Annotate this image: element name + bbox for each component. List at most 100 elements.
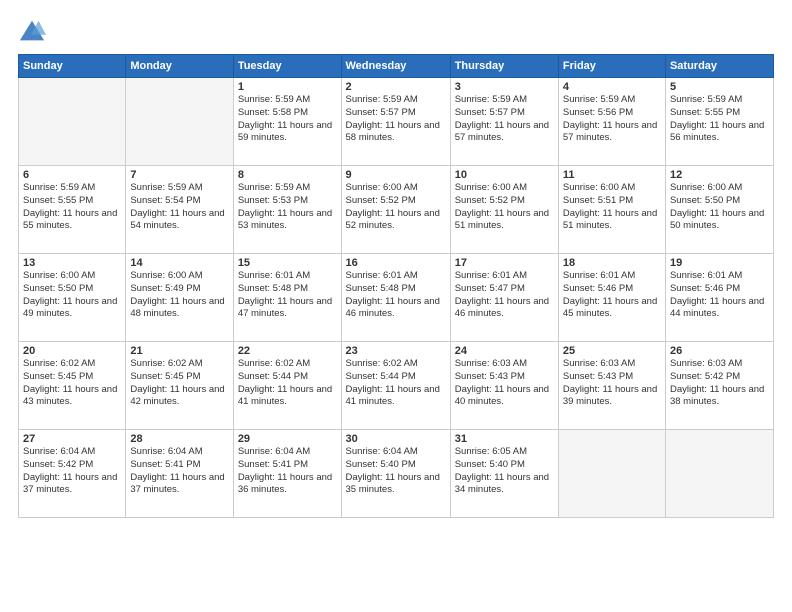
day-number: 7: [130, 169, 228, 181]
calendar-table: SundayMondayTuesdayWednesdayThursdayFrid…: [18, 54, 774, 518]
day-info: Sunrise: 6:01 AMSunset: 5:47 PMDaylight:…: [455, 270, 554, 321]
calendar-cell: 11Sunrise: 6:00 AMSunset: 5:51 PMDayligh…: [558, 166, 665, 254]
day-number: 11: [563, 169, 661, 181]
weekday-header-sunday: Sunday: [19, 55, 126, 78]
calendar-cell: 14Sunrise: 6:00 AMSunset: 5:49 PMDayligh…: [126, 254, 233, 342]
day-number: 6: [23, 169, 121, 181]
calendar-cell: 24Sunrise: 6:03 AMSunset: 5:43 PMDayligh…: [450, 342, 558, 430]
day-info: Sunrise: 6:00 AMSunset: 5:50 PMDaylight:…: [670, 182, 769, 233]
calendar-cell: 29Sunrise: 6:04 AMSunset: 5:41 PMDayligh…: [233, 430, 341, 518]
day-info: Sunrise: 6:03 AMSunset: 5:42 PMDaylight:…: [670, 358, 769, 409]
weekday-header-friday: Friday: [558, 55, 665, 78]
calendar-cell: 5Sunrise: 5:59 AMSunset: 5:55 PMDaylight…: [665, 78, 773, 166]
day-number: 14: [130, 257, 228, 269]
day-info: Sunrise: 6:00 AMSunset: 5:50 PMDaylight:…: [23, 270, 121, 321]
calendar-cell: [126, 78, 233, 166]
calendar-cell: 15Sunrise: 6:01 AMSunset: 5:48 PMDayligh…: [233, 254, 341, 342]
calendar-cell: [558, 430, 665, 518]
calendar-cell: 21Sunrise: 6:02 AMSunset: 5:45 PMDayligh…: [126, 342, 233, 430]
header: [18, 18, 774, 46]
day-number: 29: [238, 433, 337, 445]
week-row-3: 13Sunrise: 6:00 AMSunset: 5:50 PMDayligh…: [19, 254, 774, 342]
day-number: 22: [238, 345, 337, 357]
day-number: 5: [670, 81, 769, 93]
weekday-header-saturday: Saturday: [665, 55, 773, 78]
calendar-cell: 19Sunrise: 6:01 AMSunset: 5:46 PMDayligh…: [665, 254, 773, 342]
day-number: 10: [455, 169, 554, 181]
calendar-cell: 3Sunrise: 5:59 AMSunset: 5:57 PMDaylight…: [450, 78, 558, 166]
day-number: 13: [23, 257, 121, 269]
day-number: 20: [23, 345, 121, 357]
weekday-header-tuesday: Tuesday: [233, 55, 341, 78]
day-info: Sunrise: 6:03 AMSunset: 5:43 PMDaylight:…: [563, 358, 661, 409]
day-info: Sunrise: 6:00 AMSunset: 5:51 PMDaylight:…: [563, 182, 661, 233]
calendar-cell: 18Sunrise: 6:01 AMSunset: 5:46 PMDayligh…: [558, 254, 665, 342]
calendar-cell: [665, 430, 773, 518]
day-info: Sunrise: 5:59 AMSunset: 5:56 PMDaylight:…: [563, 94, 661, 145]
logo: [18, 18, 50, 46]
day-info: Sunrise: 5:59 AMSunset: 5:57 PMDaylight:…: [455, 94, 554, 145]
calendar-cell: 1Sunrise: 5:59 AMSunset: 5:58 PMDaylight…: [233, 78, 341, 166]
day-number: 27: [23, 433, 121, 445]
day-info: Sunrise: 6:04 AMSunset: 5:41 PMDaylight:…: [238, 446, 337, 497]
calendar-cell: 9Sunrise: 6:00 AMSunset: 5:52 PMDaylight…: [341, 166, 450, 254]
calendar-cell: 6Sunrise: 5:59 AMSunset: 5:55 PMDaylight…: [19, 166, 126, 254]
week-row-5: 27Sunrise: 6:04 AMSunset: 5:42 PMDayligh…: [19, 430, 774, 518]
calendar-cell: 22Sunrise: 6:02 AMSunset: 5:44 PMDayligh…: [233, 342, 341, 430]
day-number: 30: [346, 433, 446, 445]
day-number: 2: [346, 81, 446, 93]
day-info: Sunrise: 5:59 AMSunset: 5:53 PMDaylight:…: [238, 182, 337, 233]
weekday-header-thursday: Thursday: [450, 55, 558, 78]
day-number: 3: [455, 81, 554, 93]
day-info: Sunrise: 6:03 AMSunset: 5:43 PMDaylight:…: [455, 358, 554, 409]
day-number: 21: [130, 345, 228, 357]
calendar-cell: 30Sunrise: 6:04 AMSunset: 5:40 PMDayligh…: [341, 430, 450, 518]
calendar-cell: 12Sunrise: 6:00 AMSunset: 5:50 PMDayligh…: [665, 166, 773, 254]
page: SundayMondayTuesdayWednesdayThursdayFrid…: [0, 0, 792, 612]
weekday-header-wednesday: Wednesday: [341, 55, 450, 78]
day-number: 17: [455, 257, 554, 269]
day-info: Sunrise: 5:59 AMSunset: 5:54 PMDaylight:…: [130, 182, 228, 233]
day-info: Sunrise: 6:02 AMSunset: 5:45 PMDaylight:…: [23, 358, 121, 409]
calendar-cell: 20Sunrise: 6:02 AMSunset: 5:45 PMDayligh…: [19, 342, 126, 430]
day-number: 23: [346, 345, 446, 357]
day-info: Sunrise: 6:04 AMSunset: 5:41 PMDaylight:…: [130, 446, 228, 497]
day-number: 16: [346, 257, 446, 269]
calendar-cell: 27Sunrise: 6:04 AMSunset: 5:42 PMDayligh…: [19, 430, 126, 518]
day-info: Sunrise: 6:05 AMSunset: 5:40 PMDaylight:…: [455, 446, 554, 497]
day-info: Sunrise: 6:02 AMSunset: 5:44 PMDaylight:…: [238, 358, 337, 409]
calendar-cell: 25Sunrise: 6:03 AMSunset: 5:43 PMDayligh…: [558, 342, 665, 430]
day-info: Sunrise: 5:59 AMSunset: 5:55 PMDaylight:…: [670, 94, 769, 145]
calendar-cell: 26Sunrise: 6:03 AMSunset: 5:42 PMDayligh…: [665, 342, 773, 430]
calendar-cell: 23Sunrise: 6:02 AMSunset: 5:44 PMDayligh…: [341, 342, 450, 430]
day-number: 19: [670, 257, 769, 269]
day-info: Sunrise: 5:59 AMSunset: 5:55 PMDaylight:…: [23, 182, 121, 233]
weekday-header-row: SundayMondayTuesdayWednesdayThursdayFrid…: [19, 55, 774, 78]
day-number: 1: [238, 81, 337, 93]
logo-icon: [18, 18, 46, 46]
calendar-cell: 10Sunrise: 6:00 AMSunset: 5:52 PMDayligh…: [450, 166, 558, 254]
day-number: 12: [670, 169, 769, 181]
day-info: Sunrise: 6:04 AMSunset: 5:40 PMDaylight:…: [346, 446, 446, 497]
day-number: 25: [563, 345, 661, 357]
day-number: 8: [238, 169, 337, 181]
calendar-cell: [19, 78, 126, 166]
day-info: Sunrise: 6:02 AMSunset: 5:44 PMDaylight:…: [346, 358, 446, 409]
day-number: 9: [346, 169, 446, 181]
day-info: Sunrise: 6:00 AMSunset: 5:52 PMDaylight:…: [455, 182, 554, 233]
calendar-cell: 8Sunrise: 5:59 AMSunset: 5:53 PMDaylight…: [233, 166, 341, 254]
week-row-1: 1Sunrise: 5:59 AMSunset: 5:58 PMDaylight…: [19, 78, 774, 166]
day-number: 31: [455, 433, 554, 445]
calendar-cell: 28Sunrise: 6:04 AMSunset: 5:41 PMDayligh…: [126, 430, 233, 518]
day-number: 18: [563, 257, 661, 269]
day-info: Sunrise: 5:59 AMSunset: 5:58 PMDaylight:…: [238, 94, 337, 145]
day-number: 4: [563, 81, 661, 93]
day-info: Sunrise: 6:02 AMSunset: 5:45 PMDaylight:…: [130, 358, 228, 409]
day-info: Sunrise: 5:59 AMSunset: 5:57 PMDaylight:…: [346, 94, 446, 145]
week-row-4: 20Sunrise: 6:02 AMSunset: 5:45 PMDayligh…: [19, 342, 774, 430]
calendar-cell: 31Sunrise: 6:05 AMSunset: 5:40 PMDayligh…: [450, 430, 558, 518]
calendar-cell: 16Sunrise: 6:01 AMSunset: 5:48 PMDayligh…: [341, 254, 450, 342]
day-info: Sunrise: 6:01 AMSunset: 5:46 PMDaylight:…: [563, 270, 661, 321]
day-info: Sunrise: 6:00 AMSunset: 5:49 PMDaylight:…: [130, 270, 228, 321]
calendar-cell: 13Sunrise: 6:00 AMSunset: 5:50 PMDayligh…: [19, 254, 126, 342]
